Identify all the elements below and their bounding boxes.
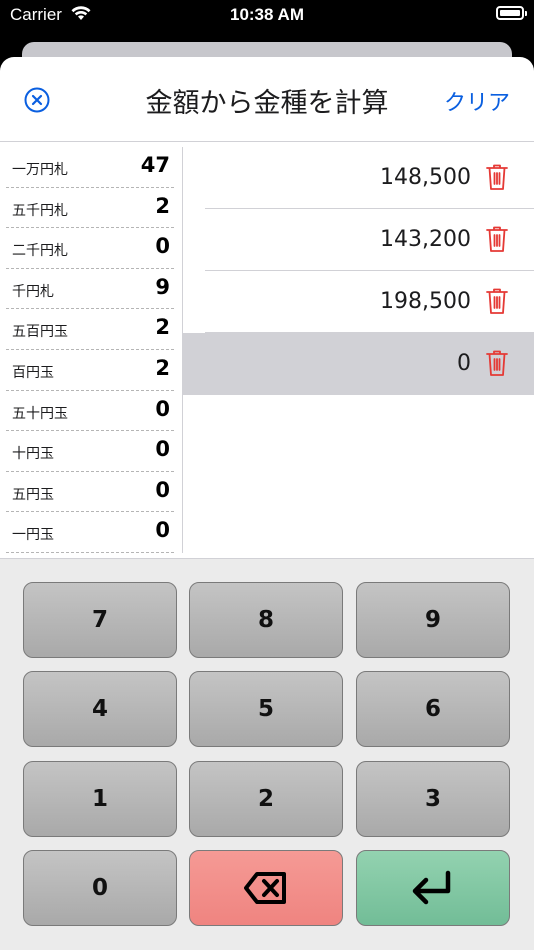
nav-bar: 金額から金種を計算 クリア bbox=[0, 57, 534, 142]
denomination-row: 五十円玉 0 bbox=[6, 391, 174, 432]
denomination-list: 一万円札 47 五千円札 2 二千円札 0 千円札 9 五百円玉 2 百円玉 2 五十円玉 0… bbox=[6, 147, 174, 553]
amount-row-selected[interactable]: 0 bbox=[183, 333, 534, 395]
denomination-label: 一円玉 bbox=[12, 527, 54, 544]
key-1[interactable]: 1 bbox=[23, 761, 177, 837]
delete-key[interactable] bbox=[189, 850, 343, 926]
key-3[interactable]: 3 bbox=[356, 761, 510, 837]
denomination-row: 千円札 9 bbox=[6, 269, 174, 310]
key-2[interactable]: 2 bbox=[189, 761, 343, 837]
denomination-row: 二千円札 0 bbox=[6, 228, 174, 269]
key-8[interactable]: 8 bbox=[189, 582, 343, 658]
denomination-label: 二千円札 bbox=[12, 243, 68, 260]
trash-icon[interactable] bbox=[485, 287, 509, 315]
amount-value: 198,500 bbox=[380, 289, 471, 314]
denomination-label: 五十円玉 bbox=[12, 405, 68, 422]
denomination-count: 2 bbox=[155, 315, 170, 340]
backspace-icon bbox=[244, 872, 286, 904]
amount-row[interactable]: 148,500 bbox=[183, 147, 534, 209]
denomination-count: 2 bbox=[155, 355, 170, 380]
denomination-label: 十円玉 bbox=[12, 446, 54, 463]
key-5[interactable]: 5 bbox=[189, 671, 343, 747]
amount-value: 148,500 bbox=[380, 165, 471, 190]
denomination-count: 0 bbox=[155, 234, 170, 259]
key-9[interactable]: 9 bbox=[356, 582, 510, 658]
amount-row[interactable]: 198,500 bbox=[183, 271, 534, 333]
keypad: 7 8 9 4 5 6 1 2 3 0 bbox=[0, 558, 534, 950]
denomination-count: 0 bbox=[155, 477, 170, 502]
denomination-label: 五円玉 bbox=[12, 486, 54, 503]
amount-list: 148,500 143,200 198,500 0 bbox=[183, 147, 534, 395]
denomination-row: 一万円札 47 bbox=[6, 147, 174, 188]
denomination-count: 2 bbox=[155, 193, 170, 218]
trash-icon[interactable] bbox=[485, 163, 509, 191]
status-bar: Carrier 10:38 AM bbox=[0, 0, 534, 32]
denomination-count: 0 bbox=[155, 437, 170, 462]
denomination-count: 0 bbox=[155, 518, 170, 543]
return-icon bbox=[412, 870, 451, 905]
amount-value: 143,200 bbox=[380, 227, 471, 252]
clock: 10:38 AM bbox=[229, 5, 304, 24]
denomination-label: 千円札 bbox=[12, 283, 54, 300]
denomination-count: 0 bbox=[155, 396, 170, 421]
denomination-label: 五百円玉 bbox=[12, 324, 68, 341]
battery-icon bbox=[496, 6, 527, 20]
clear-button[interactable]: クリア bbox=[444, 85, 510, 117]
trash-icon[interactable] bbox=[485, 349, 509, 377]
denomination-count: 9 bbox=[155, 274, 170, 299]
trash-icon[interactable] bbox=[485, 225, 509, 253]
amount-row[interactable]: 143,200 bbox=[183, 209, 534, 271]
denomination-count: 47 bbox=[140, 153, 170, 177]
enter-key[interactable] bbox=[356, 850, 510, 926]
denomination-row: 十円玉 0 bbox=[6, 431, 174, 472]
denomination-row: 五百円玉 2 bbox=[6, 309, 174, 350]
denomination-row: 五千円札 2 bbox=[6, 188, 174, 229]
modal-sheet: 金額から金種を計算 クリア 一万円札 47 五千円札 2 二千円札 0 千円札 9 五百… bbox=[0, 57, 534, 950]
denomination-label: 一万円札 bbox=[12, 162, 68, 178]
key-7[interactable]: 7 bbox=[23, 582, 177, 658]
key-6[interactable]: 6 bbox=[356, 671, 510, 747]
denomination-row: 五円玉 0 bbox=[6, 472, 174, 513]
amount-value: 0 bbox=[457, 351, 471, 376]
key-4[interactable]: 4 bbox=[23, 671, 177, 747]
denomination-row: 一円玉 0 bbox=[6, 512, 174, 553]
denomination-label: 五千円札 bbox=[12, 202, 68, 219]
denomination-label: 百円玉 bbox=[12, 364, 54, 381]
denomination-row: 百円玉 2 bbox=[6, 350, 174, 391]
key-0[interactable]: 0 bbox=[23, 850, 177, 926]
